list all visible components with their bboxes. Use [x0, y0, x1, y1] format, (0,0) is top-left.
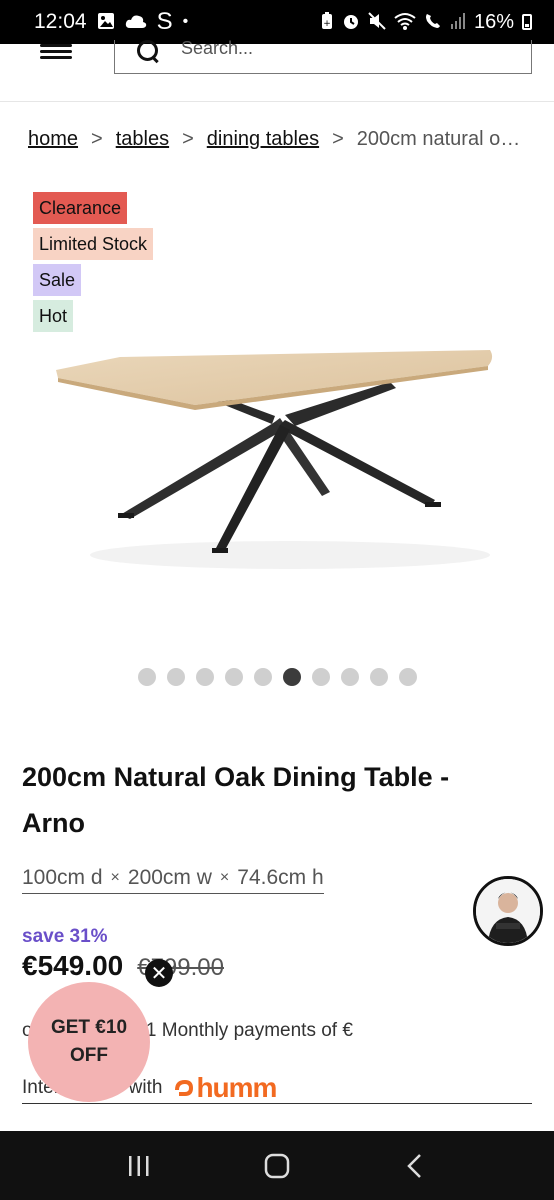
chat-avatar-button[interactable]	[473, 876, 543, 946]
battery-percent: 16%	[473, 10, 514, 33]
gallery-dot[interactable]	[282, 668, 301, 686]
dimension-height: 74.6cm h	[237, 866, 324, 889]
menu-line	[40, 44, 72, 47]
gallery-pagination	[0, 668, 554, 686]
site-header: Search...	[0, 38, 554, 102]
avatar-icon	[476, 879, 540, 943]
badge-hot: Hot	[33, 300, 74, 332]
humm-logo: humm	[172, 1071, 277, 1104]
s-app-icon: S	[156, 8, 173, 35]
badge-clearance: Clearance	[33, 192, 128, 224]
recents-icon	[129, 1155, 149, 1176]
table-illustration	[56, 350, 493, 569]
price-row: €549.00 €799.00	[22, 950, 224, 982]
notification-dot: •	[182, 13, 189, 30]
gallery-dot[interactable]	[253, 668, 272, 686]
promo-line-1: GET €10	[50, 1017, 128, 1038]
wifi-call-icon	[424, 12, 442, 33]
system-nav-bar	[0, 1131, 554, 1200]
status-bar: 12:04 S • + 16%	[0, 0, 554, 44]
product-image[interactable]	[40, 330, 514, 580]
home-button[interactable]	[257, 1146, 297, 1186]
gallery-dot[interactable]	[166, 668, 185, 686]
badge-limited-stock: Limited Stock	[33, 228, 154, 260]
breadcrumb-separator: >	[182, 128, 194, 150]
mute-icon	[368, 11, 386, 33]
wifi-icon	[394, 12, 416, 33]
dimension-separator: ×	[110, 869, 120, 886]
gallery-dot[interactable]	[137, 668, 156, 686]
alarm-icon	[342, 12, 360, 33]
hamburger-menu-button[interactable]	[40, 44, 74, 64]
humm-brand: humm	[196, 1071, 277, 1103]
gallery-dot[interactable]	[224, 668, 243, 686]
recent-apps-button[interactable]	[119, 1146, 159, 1186]
breadcrumb-separator: >	[91, 128, 103, 150]
dimension-width: 200cm w	[127, 866, 212, 889]
breadcrumb-current: 200cm natural o…	[356, 128, 521, 150]
breadcrumb-home[interactable]: home	[28, 128, 78, 151]
gallery-dot[interactable]	[398, 668, 417, 686]
breadcrumb-dining-tables[interactable]: dining tables	[207, 128, 319, 151]
menu-icon	[40, 50, 72, 53]
breadcrumb-separator: >	[332, 128, 344, 150]
product-title: 200cm Natural Oak Dining Table - Arno	[22, 762, 450, 838]
search-input[interactable]: Search...	[181, 38, 253, 59]
status-time: 12:04	[34, 10, 87, 33]
breadcrumb: home > tables > dining tables > 200cm na…	[28, 128, 528, 151]
close-icon: ✕	[150, 962, 168, 985]
gallery-dot[interactable]	[369, 668, 388, 686]
gallery-dot[interactable]	[195, 668, 214, 686]
promo-line-2: OFF	[70, 1045, 108, 1066]
discount-label: save 31%	[22, 926, 108, 947]
dimension-depth: 100cm d	[22, 866, 103, 889]
cloud-icon	[125, 13, 147, 32]
back-icon	[407, 1153, 421, 1178]
gallery-icon	[97, 12, 115, 33]
gallery-dot[interactable]	[311, 668, 330, 686]
badge-sale: Sale	[33, 264, 82, 296]
get-discount-button[interactable]: GET €10 OFF	[28, 982, 150, 1102]
product-badges: Clearance Limited Stock Sale Hot	[33, 192, 154, 332]
home-icon	[264, 1153, 290, 1178]
gallery-dot[interactable]	[340, 668, 359, 686]
dimension-separator: ×	[219, 869, 230, 886]
menu-line	[40, 56, 72, 59]
humm-mark-icon	[175, 1079, 194, 1096]
svg-text:+: +	[323, 19, 331, 29]
signal-icon	[450, 12, 466, 33]
close-promo-button[interactable]: ✕	[145, 959, 173, 987]
search-bar[interactable]: Search...	[114, 38, 532, 74]
breadcrumb-tables[interactable]: tables	[116, 128, 169, 151]
current-price: €549.00	[22, 950, 124, 981]
battery-saver-icon: +	[320, 11, 334, 33]
product-dimensions-link[interactable]: 100cm d × 200cm w × 74.6cm h	[22, 866, 324, 894]
battery-icon	[522, 14, 532, 30]
search-icon	[137, 39, 159, 62]
back-button[interactable]	[395, 1146, 435, 1186]
